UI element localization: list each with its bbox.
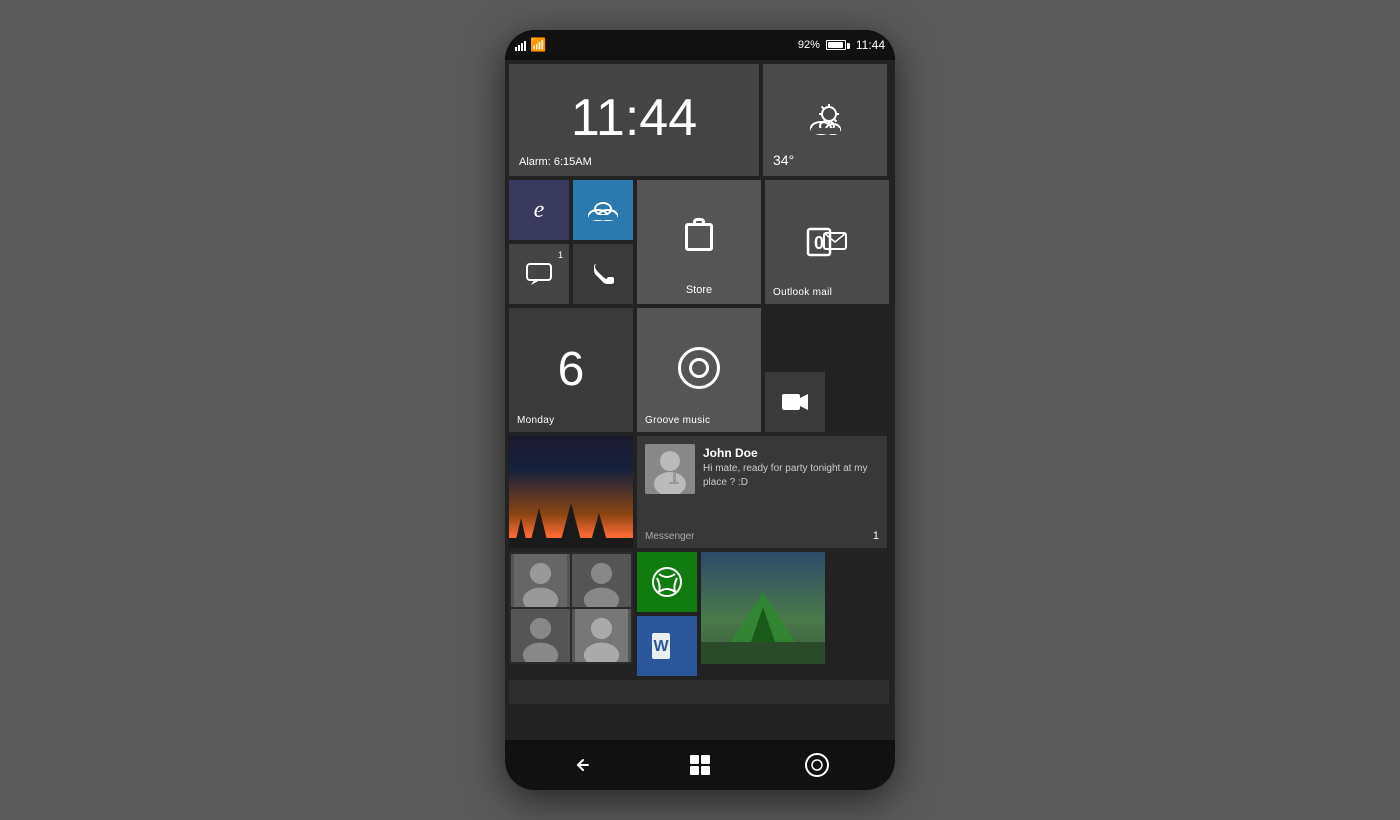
tile-weather[interactable]: 34°: [763, 64, 887, 176]
row-2: e: [509, 180, 891, 304]
tile-word[interactable]: W: [637, 616, 697, 676]
messenger-avatar: [645, 444, 695, 494]
people-thumb-2: [572, 554, 631, 607]
clock-time: 11:44: [571, 92, 697, 144]
tile-people[interactable]: [509, 552, 633, 664]
onedrive-icon: [588, 199, 618, 221]
row-3: 6 Monday Groove music: [509, 308, 891, 432]
messenger-app-label: Messenger: [645, 531, 694, 542]
groove-icon: [678, 347, 720, 389]
word-icon: W: [650, 631, 684, 661]
tile-messaging[interactable]: 1: [509, 244, 569, 304]
tile-messenger[interactable]: John Doe Hi mate, ready for party tonigh…: [637, 436, 887, 548]
video-icon: [781, 391, 809, 413]
tile-partial: [509, 680, 889, 704]
edge-icon: e: [534, 197, 545, 224]
phone-icon: [592, 262, 614, 286]
groove-label: Groove music: [645, 415, 710, 426]
tile-store[interactable]: Store: [637, 180, 761, 304]
messaging-icon: [526, 263, 552, 285]
row-1: 11:44 Alarm: 6:15AM: [509, 64, 891, 176]
weather-temp: 34°: [773, 152, 794, 168]
people-thumb-4: [572, 609, 631, 662]
bottom-nav: [505, 740, 895, 790]
people-thumb-1: [511, 554, 570, 607]
messenger-text: John Doe Hi mate, ready for party tonigh…: [703, 444, 879, 540]
svg-text:W: W: [653, 638, 669, 655]
xbox-icon: [651, 566, 683, 598]
tile-phone[interactable]: [573, 244, 633, 304]
tile-onedrive[interactable]: [573, 180, 633, 240]
tile-xbox[interactable]: [637, 552, 697, 612]
calendar-number: 6: [558, 346, 585, 394]
sunset-trees-icon: [509, 488, 633, 548]
tile-edge[interactable]: e: [509, 180, 569, 240]
messenger-contact-name: John Doe: [703, 446, 879, 460]
store-label: Store: [637, 284, 761, 296]
svg-text:0: 0: [814, 233, 824, 253]
back-button[interactable]: [563, 745, 603, 785]
row-6: [509, 680, 891, 704]
row-5: W: [509, 552, 891, 676]
contact-avatar: [645, 444, 695, 494]
battery-icon: [826, 40, 846, 50]
xbox-word-column: W: [637, 552, 697, 676]
tile-area: 11:44 Alarm: 6:15AM: [505, 60, 895, 740]
back-icon: [573, 755, 593, 775]
messenger-footer: Messenger 1: [645, 530, 879, 542]
tile-calendar[interactable]: 6 Monday: [509, 308, 633, 432]
status-right: 92% 11:44: [798, 38, 885, 52]
messaging-badge: 1: [558, 250, 563, 260]
row-4: John Doe Hi mate, ready for party tonigh…: [509, 436, 891, 548]
outlook-label: Outlook mail: [773, 287, 832, 298]
tile-clock[interactable]: 11:44 Alarm: 6:15AM: [509, 64, 759, 176]
cortana-button[interactable]: [797, 745, 837, 785]
calendar-day: Monday: [517, 415, 554, 426]
phone-frame: 📶 92% 11:44 11:44 Alarm: 6:15AM: [505, 30, 895, 790]
tile-photo[interactable]: [701, 552, 825, 664]
windows-button[interactable]: [680, 745, 720, 785]
store-icon: [685, 223, 713, 253]
photo-icon: [701, 552, 825, 664]
people-thumb-3: [511, 609, 570, 662]
outlook-icon: 0: [806, 223, 848, 261]
messenger-count: 1: [873, 530, 879, 542]
small-tiles-column: e: [509, 180, 633, 304]
tile-sunset-bg: [509, 436, 633, 548]
cortana-icon: [804, 752, 830, 778]
tile-video[interactable]: [765, 372, 825, 432]
status-time: 11:44: [856, 38, 885, 52]
windows-logo-icon: [690, 755, 710, 775]
signal-icon: [515, 39, 526, 51]
status-bar: 📶 92% 11:44: [505, 30, 895, 60]
status-left: 📶: [515, 37, 546, 53]
weather-icon: [805, 102, 845, 138]
battery-percent: 92%: [798, 39, 820, 51]
tile-outlook[interactable]: 0 Outlook mail: [765, 180, 889, 304]
wifi-icon: 📶: [530, 37, 546, 53]
tile-groove[interactable]: Groove music: [637, 308, 761, 432]
messenger-message: Hi mate, ready for party tonight at my p…: [703, 462, 879, 490]
clock-alarm: Alarm: 6:15AM: [519, 156, 592, 168]
